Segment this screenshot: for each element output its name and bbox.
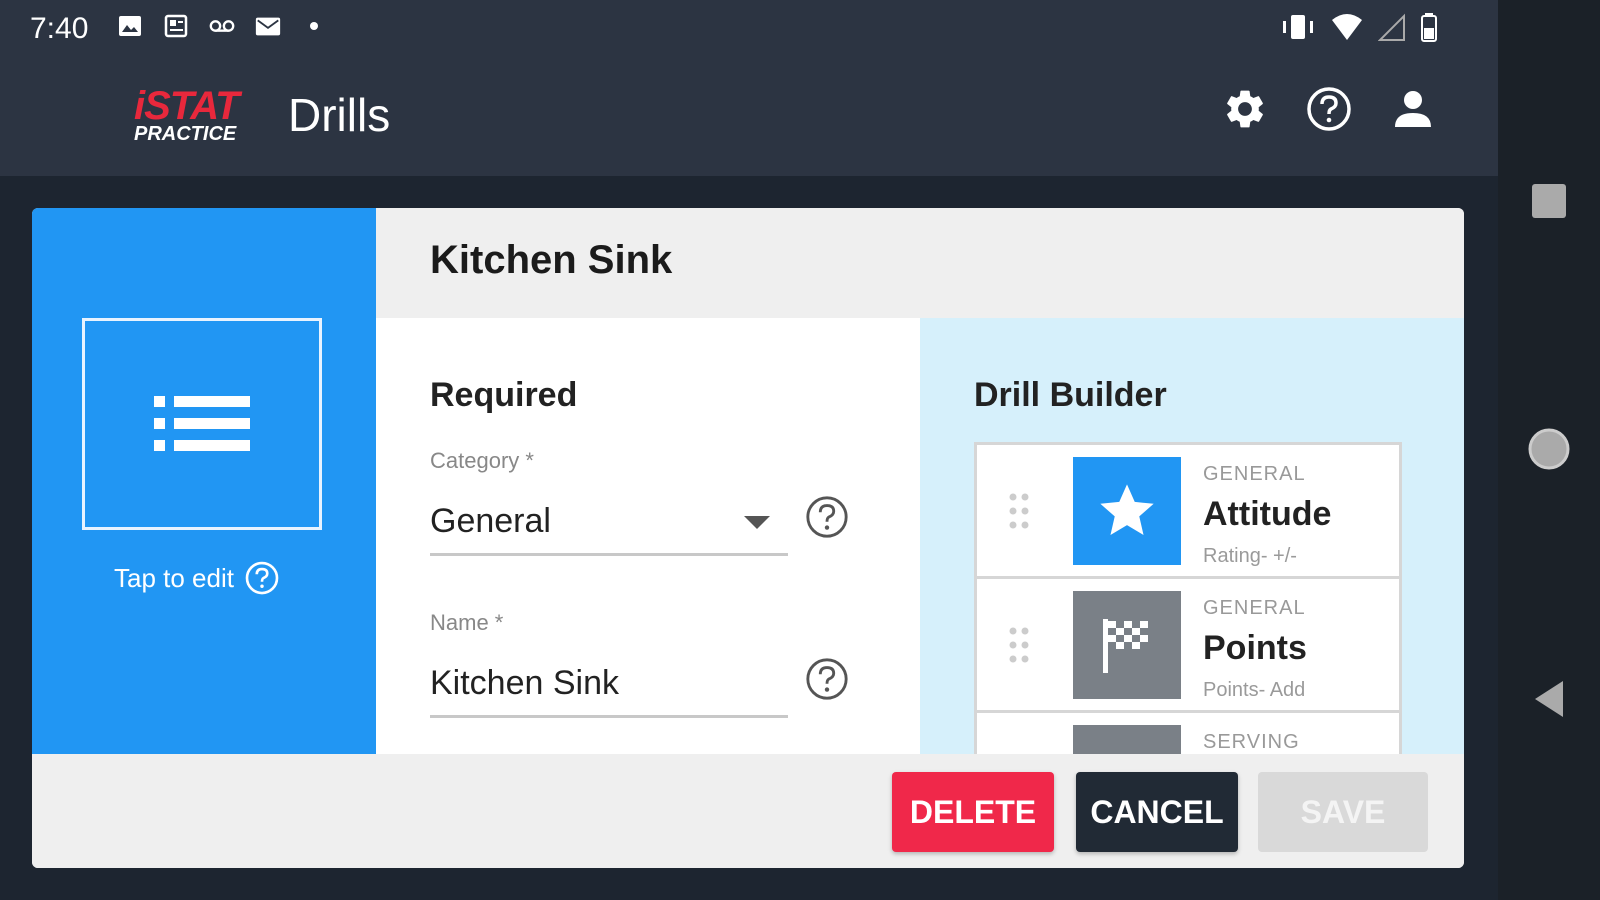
drill-image-button[interactable] — [82, 318, 322, 530]
system-nav-bar — [1498, 0, 1600, 900]
tap-to-edit-link[interactable]: Tap to edit — [114, 560, 280, 596]
logo-bottom-text: PRACTICE — [134, 123, 237, 145]
builder-item-points[interactable]: GENERAL Points Points- Add — [977, 579, 1399, 713]
cancel-button[interactable]: CANCEL — [1076, 772, 1238, 852]
builder-item-attitude[interactable]: GENERAL Attitude Rating- +/- — [977, 445, 1399, 579]
status-time: 7:40 — [30, 12, 89, 45]
name-input[interactable]: Kitchen Sink — [430, 652, 788, 718]
name-label: Name * — [430, 610, 504, 635]
settings-button[interactable] — [1220, 84, 1270, 134]
home-button[interactable] — [1524, 424, 1574, 474]
battery-icon — [1421, 13, 1437, 42]
drag-handle-icon[interactable] — [1007, 625, 1031, 665]
circle-icon — [1528, 428, 1570, 470]
item-name: Attitude — [1203, 495, 1332, 533]
item-thumbnail — [1073, 591, 1181, 699]
required-heading: Required — [430, 376, 578, 414]
vibrate-icon — [1283, 15, 1313, 39]
category-help-icon[interactable] — [804, 494, 850, 540]
item-subtitle: Rating- +/- — [1203, 545, 1297, 567]
drill-builder-heading: Drill Builder — [974, 376, 1167, 414]
item-category: SERVING — [1203, 731, 1300, 753]
news-notification-icon — [162, 12, 190, 40]
dropdown-arrow-icon — [744, 516, 770, 529]
mail-notification-icon — [254, 12, 282, 40]
square-icon — [1532, 184, 1566, 218]
dialog-actions: DELETE CANCEL SAVE — [32, 754, 1464, 868]
recents-button[interactable] — [1524, 176, 1574, 226]
more-notifications-dot-icon — [300, 12, 328, 40]
image-notification-icon — [116, 12, 144, 40]
item-name: Points — [1203, 629, 1307, 667]
category-label: Category * — [430, 448, 534, 473]
checkered-flag-icon — [1103, 619, 1148, 673]
istat-practice-logo: iSTAT PRACTICE — [134, 86, 254, 148]
help-circle-icon — [1307, 87, 1351, 131]
help-button[interactable] — [1304, 84, 1354, 134]
save-button[interactable]: SAVE — [1258, 772, 1428, 852]
dialog-title: Kitchen Sink — [430, 238, 673, 282]
item-category: GENERAL — [1203, 597, 1306, 619]
cellular-signal-icon — [1378, 13, 1405, 41]
triangle-back-icon — [1535, 681, 1563, 717]
name-value: Kitchen Sink — [430, 664, 619, 702]
drag-handle-icon[interactable] — [1007, 491, 1031, 531]
drill-image-panel: Tap to edit — [32, 208, 376, 754]
system-status-icons — [1280, 12, 1438, 42]
wifi-icon — [1332, 14, 1362, 40]
status-bar: 7:40 — [0, 0, 1498, 56]
star-icon — [1100, 484, 1154, 535]
page-title: Drills — [288, 89, 391, 141]
name-help-icon[interactable] — [804, 656, 850, 702]
item-category: GENERAL — [1203, 463, 1306, 485]
logo-top-text: iSTAT — [134, 84, 240, 128]
drill-builder-list[interactable]: GENERAL Attitude Rating- +/- GENERAL Poi… — [974, 442, 1402, 762]
help-circle-icon — [245, 561, 279, 595]
account-button[interactable] — [1388, 84, 1438, 134]
delete-button[interactable]: DELETE — [892, 772, 1054, 852]
tap-to-edit-label: Tap to edit — [114, 562, 234, 593]
app-bar-actions — [1220, 84, 1438, 134]
drill-edit-dialog: Tap to edit Kitchen Sink Required Catego… — [32, 208, 1464, 868]
category-select[interactable]: General — [430, 490, 788, 556]
item-subtitle: Points- Add — [1203, 679, 1306, 701]
app-bar: iSTAT PRACTICE Drills — [0, 56, 1498, 176]
category-value: General — [430, 502, 551, 540]
gear-icon — [1227, 90, 1263, 128]
notification-icons — [116, 12, 328, 40]
back-button[interactable] — [1524, 674, 1574, 724]
person-icon — [1395, 91, 1431, 127]
drill-builder-section: Drill Builder GENERAL Attitude Rating- +… — [920, 318, 1464, 762]
dialog-header: Kitchen Sink — [376, 208, 1464, 318]
voicemail-icon — [208, 12, 236, 40]
list-icon — [154, 396, 250, 451]
required-section: Required Category * General Name * Kitch… — [376, 318, 920, 754]
item-thumbnail — [1073, 457, 1181, 565]
